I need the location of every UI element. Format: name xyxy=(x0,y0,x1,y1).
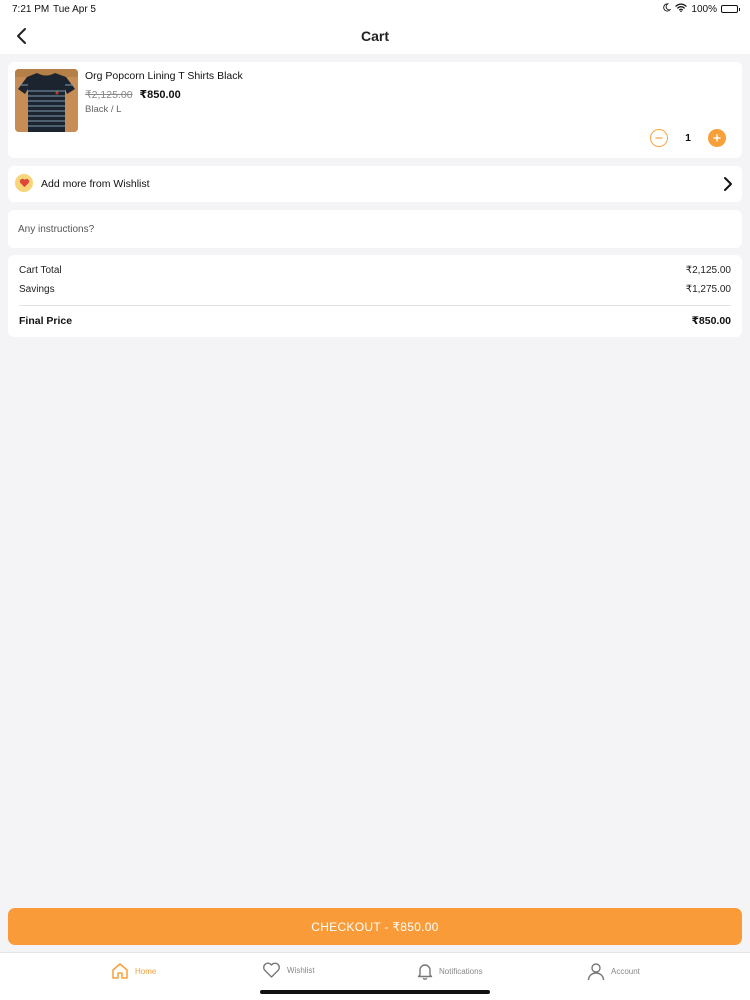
cart-total-row: Cart Total ₹2,125.00 xyxy=(19,265,731,276)
final-price-row: Final Price ₹850.00 xyxy=(19,315,731,327)
price-summary-card: Cart Total ₹2,125.00 Savings ₹1,275.00 F… xyxy=(8,255,742,337)
person-icon xyxy=(587,963,605,981)
tab-home[interactable]: Home xyxy=(111,962,156,980)
final-price-value: ₹850.00 xyxy=(691,315,731,327)
add-from-wishlist-row[interactable]: Add more from Wishlist xyxy=(8,166,742,202)
tab-home-label: Home xyxy=(135,966,157,976)
battery-percent: 100% xyxy=(691,3,717,15)
home-icon xyxy=(112,963,128,979)
heart-icon xyxy=(15,174,33,192)
sale-price: ₹850.00 xyxy=(139,89,181,101)
nav-bar: Cart xyxy=(0,18,750,54)
cart-total-value: ₹2,125.00 xyxy=(685,265,731,276)
savings-label: Savings xyxy=(19,284,55,295)
heart-icon xyxy=(263,962,280,978)
decrease-quantity-button[interactable] xyxy=(650,129,668,147)
tab-notifications[interactable]: Notifications xyxy=(417,962,483,980)
product-variant: Black / L xyxy=(85,104,122,115)
price-row: ₹2,125.00 ₹850.00 xyxy=(85,88,181,101)
instructions-card xyxy=(8,210,742,248)
original-price: ₹2,125.00 xyxy=(85,89,133,101)
minus-icon xyxy=(655,137,663,139)
status-bar: 7:21 PM Tue Apr 5 100% xyxy=(0,0,750,18)
quantity-value: 1 xyxy=(685,132,691,144)
status-date: Tue Apr 5 xyxy=(53,4,96,15)
battery-icon xyxy=(721,5,740,13)
bell-icon xyxy=(417,964,433,980)
cart-total-label: Cart Total xyxy=(19,265,62,276)
tab-account[interactable]: Account xyxy=(587,962,640,981)
tab-account-label: Account xyxy=(611,967,640,976)
page-title: Cart xyxy=(360,28,389,44)
tab-wishlist-label: Wishlist xyxy=(287,966,315,975)
status-indicators: 100% xyxy=(662,3,740,15)
cart-item-card: Org Popcorn Lining T Shirts Black ₹2,125… xyxy=(8,62,742,158)
moon-icon xyxy=(662,3,672,15)
status-time: 7:21 PM xyxy=(12,4,50,15)
chevron-right-icon xyxy=(722,175,734,198)
product-name[interactable]: Org Popcorn Lining T Shirts Black xyxy=(85,70,243,82)
product-image[interactable] xyxy=(15,69,78,132)
plus-icon xyxy=(713,134,721,142)
home-indicator xyxy=(260,990,490,994)
wifi-icon xyxy=(675,3,688,15)
final-price-label: Final Price xyxy=(19,315,73,327)
summary-divider xyxy=(19,305,731,306)
tab-notifications-label: Notifications xyxy=(439,966,483,976)
instructions-input[interactable] xyxy=(18,220,718,238)
tab-wishlist[interactable]: Wishlist xyxy=(262,962,315,979)
increase-quantity-button[interactable] xyxy=(708,129,726,147)
checkout-button[interactable]: CHECKOUT - ₹850.00 xyxy=(8,908,742,945)
add-from-wishlist-label: Add more from Wishlist xyxy=(41,178,150,190)
savings-value: ₹1,275.00 xyxy=(685,284,731,295)
savings-row: Savings ₹1,275.00 xyxy=(19,284,731,295)
quantity-stepper: 1 xyxy=(650,129,726,147)
